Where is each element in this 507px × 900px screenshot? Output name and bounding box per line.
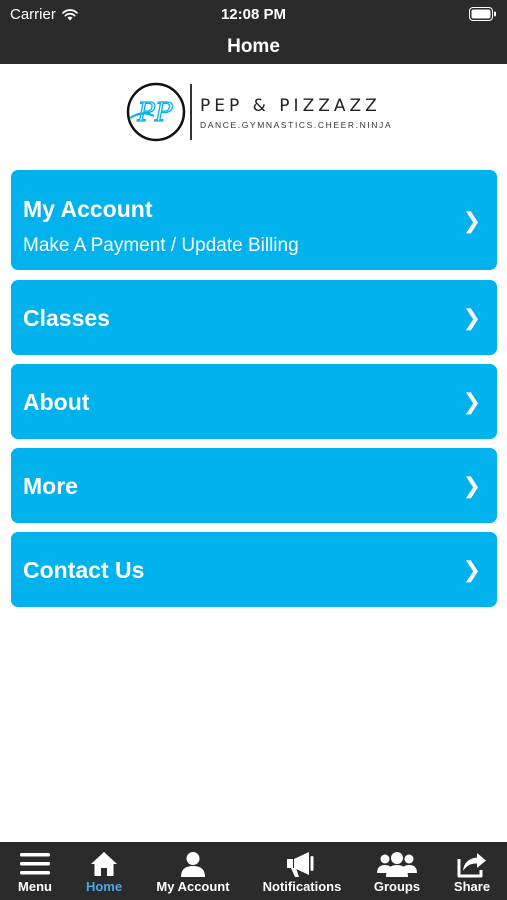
battery-icon	[469, 7, 496, 21]
logo-brand-name: PEP & PIZZAZZ	[200, 96, 381, 116]
user-icon	[148, 849, 238, 879]
menu-item-title: Classes	[23, 305, 110, 331]
menu-item-contact-us[interactable]: Contact Us ❯	[11, 532, 497, 607]
logo-mark-icon: PP	[126, 82, 186, 142]
menu-item-title: Contact Us	[23, 557, 145, 583]
tab-menu[interactable]: Menu	[0, 842, 70, 900]
tab-bar: Menu Home My Account Notifications Group…	[0, 842, 507, 900]
home-icon	[70, 849, 138, 879]
chevron-right-icon: ❯	[462, 208, 481, 233]
menu-item-my-account[interactable]: My Account Make A Payment / Update Billi…	[11, 170, 497, 270]
tab-label: Share	[453, 879, 491, 894]
status-time: 12:08 PM	[220, 6, 287, 23]
chevron-right-icon: ❯	[462, 557, 481, 582]
logo-tagline: DANCE.GYMNASTICS.CHEER.NINJA	[200, 120, 393, 130]
tab-share[interactable]: Share	[440, 842, 504, 900]
page-title: Home	[227, 36, 280, 57]
tab-my-account[interactable]: My Account	[148, 842, 238, 900]
tab-label: Notifications	[262, 879, 342, 894]
share-icon	[440, 849, 504, 879]
menu-item-title: My Account	[23, 196, 153, 222]
menu-item-title: About	[23, 389, 90, 415]
tab-notifications[interactable]: Notifications	[256, 842, 348, 900]
menu-item-subtitle: Make A Payment / Update Billing	[23, 235, 299, 256]
menu-item-about[interactable]: About ❯	[11, 364, 497, 439]
menu-item-classes[interactable]: Classes ❯	[11, 280, 497, 355]
logo-divider	[190, 84, 192, 140]
tab-label: Home	[85, 879, 123, 894]
menu-item-more[interactable]: More ❯	[11, 448, 497, 523]
brand-logo: PP PEP & PIZZAZZ DANCE.GYMNASTICS.CHEER.…	[124, 80, 391, 144]
logo-monogram: PP	[137, 98, 173, 128]
chevron-right-icon: ❯	[462, 305, 481, 330]
tab-label: My Account	[156, 879, 230, 894]
tab-label: Menu	[18, 879, 52, 894]
hamburger-icon	[0, 849, 70, 879]
chevron-right-icon: ❯	[462, 473, 481, 498]
megaphone-icon	[256, 849, 348, 879]
menu-item-title: More	[23, 473, 78, 499]
status-bar: Carrier 12:08 PM	[0, 0, 507, 30]
navigation-bar: Home	[0, 30, 507, 64]
tab-groups[interactable]: Groups	[362, 842, 432, 900]
group-icon	[362, 849, 432, 879]
chevron-right-icon: ❯	[462, 389, 481, 414]
tab-home[interactable]: Home	[70, 842, 138, 900]
tab-label: Groups	[373, 879, 421, 894]
